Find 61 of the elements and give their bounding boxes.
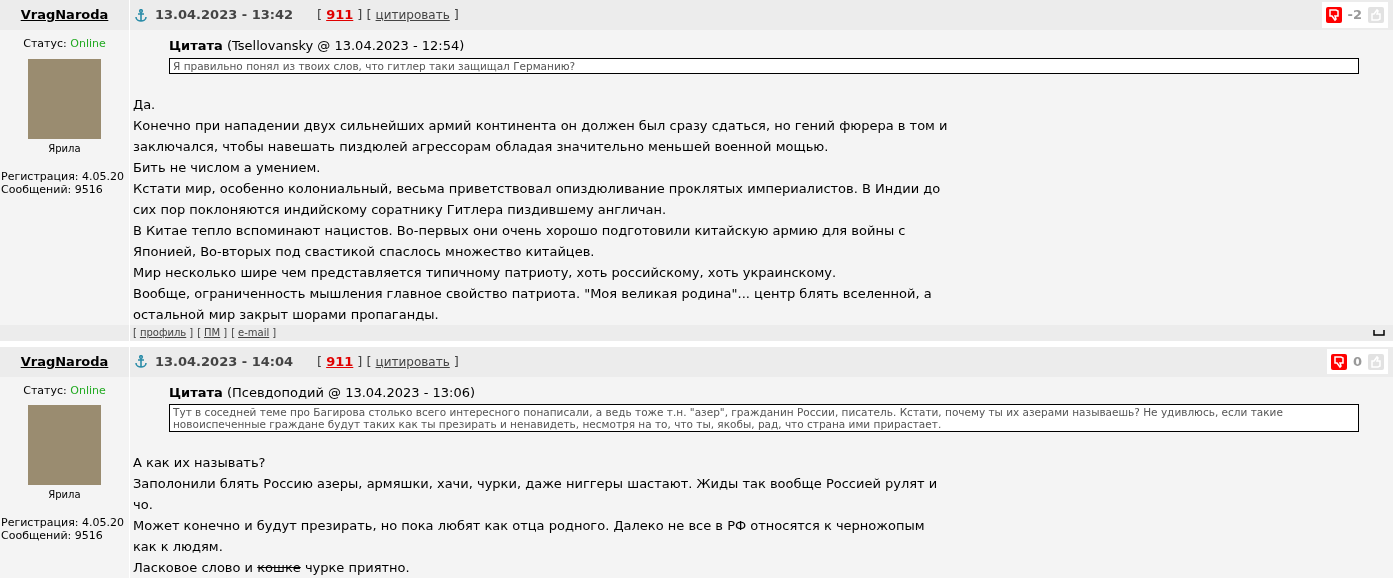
post-text-line: Заполонили блять Россию азеры, армяшки, хачи, чурки, даже ниггеры шастают. Жиды так вообще Россией рулят и xyxy=(133,475,939,493)
bracket: ] xyxy=(272,327,277,338)
post-text-line: заключался, чтобы навешать пиздюлей агрессорам обладая значительно меньшей военной мощью. xyxy=(133,137,830,156)
post-text-line: остальной мир закрыт шорами пропаганды. xyxy=(133,305,440,324)
rating-value: -2 xyxy=(1347,6,1362,25)
footer-link[interactable]: e-mail xyxy=(238,327,270,338)
registration-date: Регистрация: 4.05.20 xyxy=(1,516,124,529)
quote-link[interactable]: цитировать xyxy=(375,352,450,371)
post-text-line: Конечно при нападении двух сильнейших армий континента он должен был сразу сдаться, но гений фюрера в том и xyxy=(133,116,949,135)
bracket: ] xyxy=(189,327,194,338)
quote-link[interactable]: цитировать xyxy=(375,6,450,24)
bracket: [ xyxy=(133,327,137,338)
thumbs-up-icon[interactable] xyxy=(1368,353,1384,370)
bracket: ] xyxy=(453,352,459,371)
post-text-line: Вообще, ограниченность мышления главное свойство патриота. "Моя великая родина"... центр блять вселенной, а xyxy=(133,284,933,303)
post-text-line: Да. xyxy=(133,95,157,114)
rating-value: 0 xyxy=(1352,352,1362,371)
post-text-line: как к людям. xyxy=(133,538,224,556)
quote-text: Я правильно понял из твоих слов, что гитлер таки защищал Германию? xyxy=(169,57,1359,74)
post-text-line: Бить не числом а умением. xyxy=(133,158,322,177)
bracket: ] xyxy=(223,327,228,338)
bracket: [ xyxy=(231,327,236,338)
registration-date: Регистрация: 4.05.20 xyxy=(1,169,124,183)
post-text-line: Кстати мир, особенно колониальный, весьма приветствовал опиздюливание проклятых империалистов. В Индии до xyxy=(133,179,942,198)
post-number-link[interactable]: 911 xyxy=(326,5,354,25)
status-text: Статус: Online xyxy=(23,382,106,399)
anchor-icon[interactable] xyxy=(135,8,147,22)
bracket: ] xyxy=(453,6,459,25)
bracket: [ xyxy=(317,352,323,371)
user-rank: Ярила xyxy=(48,141,81,156)
post-text-line: В Китае тепло вспоминают нацистов. Во-первых они очень хорошо подготовили китайскую армию для войны с xyxy=(133,221,907,240)
post-text-line: Японией, Во-вторых под свастикой спаслось множество китайцев. xyxy=(133,242,596,261)
status-text: Статус: Online xyxy=(23,36,106,52)
thumbs-up-icon[interactable] xyxy=(1368,7,1384,23)
thumbs-down-icon[interactable] xyxy=(1325,7,1342,23)
quote-title: Цитата (Псевдоподий @ 13.04.2023 - 13:06) xyxy=(169,383,477,402)
anchor-icon[interactable] xyxy=(135,355,147,368)
thumbs-down-icon[interactable] xyxy=(1330,353,1347,370)
post-date: 13.04.2023 - 13:42 xyxy=(155,6,294,25)
post-date: 13.04.2023 - 14:04 xyxy=(155,352,294,371)
message-count: Сообщений: 9516 xyxy=(1,529,104,542)
message-count: Сообщений: 9516 xyxy=(1,182,104,196)
post-text-line: А как их называть? xyxy=(133,454,267,472)
post-number-link[interactable]: 911 xyxy=(326,351,354,372)
user-rank: Ярила xyxy=(48,488,81,502)
post-text-line: Мир несколько шире чем представляется типичному патриоту, хоть российскому, хоть украинскому. xyxy=(133,263,838,282)
bracket: ] [ xyxy=(357,352,372,371)
bracket: [ xyxy=(197,327,202,338)
author-link[interactable]: VragNaroda xyxy=(20,5,109,25)
post-text-line: сих пор поклоняются индийскому соратнику Гитлера пиздившему англичан. xyxy=(133,200,668,219)
quote-title: Цитата (Tsellovansky @ 13.04.2023 - 12:54) xyxy=(169,37,466,55)
footer-link[interactable]: ПМ xyxy=(204,327,221,338)
bracket: ] [ xyxy=(357,6,372,25)
author-link[interactable]: VragNaroda xyxy=(20,351,109,372)
scroll-up-icon[interactable] xyxy=(1373,329,1385,336)
footer-link[interactable]: профиль xyxy=(139,327,187,338)
quote-text: Тут в соседней теме про Багирова столько всего интересного понаписали, а ведь тоже т.н. "азер", гражданин России, писатель. Кстати, почему ты их азерами называешь? Не удивлюсь, если такие новоиспеченные граждане будут таких как ты презирать и ненавидеть, несмотря на то, что ты, якобы, рад, что страна ими прирастает. xyxy=(169,404,1359,432)
post-text-line: Ласковое слово и кошке чурке приятно. xyxy=(133,559,411,577)
post-text-line: Может конечно и будут презирать, но пока любят как отца родного. Далеко не все в РФ относятся к черножопым xyxy=(133,517,926,535)
post-text-line: чо. xyxy=(133,496,154,514)
bracket: [ xyxy=(317,6,323,25)
